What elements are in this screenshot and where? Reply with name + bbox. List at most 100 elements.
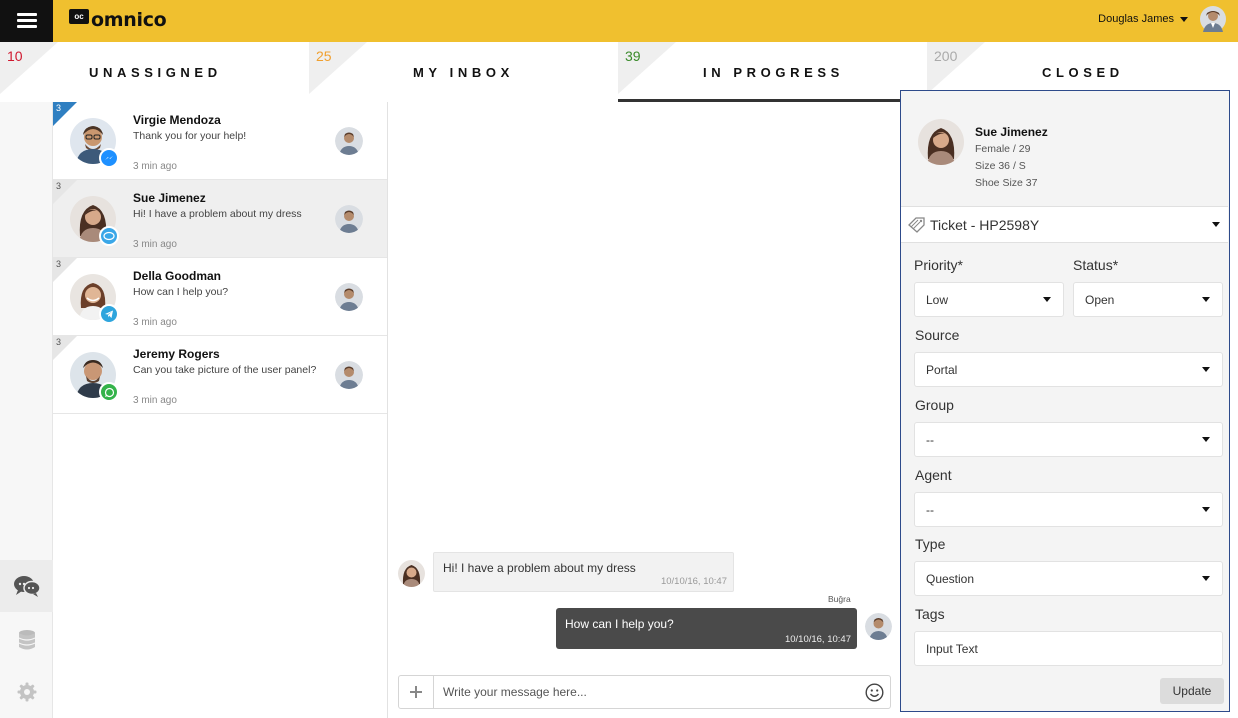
chevron-down-icon [1202,576,1210,581]
whatsapp-icon [99,382,119,402]
tab-count: 25 [316,48,332,64]
tab-count: 39 [625,48,641,64]
ticket-title: Ticket - HP2598Y [930,217,1040,233]
type-select[interactable]: Question [914,561,1223,596]
chevron-down-icon [1202,437,1210,442]
agent-value: -- [926,503,934,517]
top-bar: oc omnico Douglas James [0,0,1238,42]
hamburger-menu-button[interactable] [0,0,53,42]
sender-name: Buğra [828,594,851,604]
timestamp: 3 min ago [133,239,177,250]
message-timestamp: 10/10/16, 10:47 [784,634,851,645]
customer-avatar [918,119,964,165]
user-avatar [1200,6,1226,32]
unread-count-badge: 3 [56,259,62,269]
source-label: Source [915,327,960,343]
status-value: Open [1085,293,1115,307]
message-preview: Hi! I have a problem about my dress [133,208,302,220]
tab-in-progress[interactable]: 39 IN PROGRESS [618,42,927,102]
message-text: How can I help you? [565,617,674,631]
tab-label: IN PROGRESS [703,65,844,80]
status-select[interactable]: Open [1073,282,1223,317]
chat-bubbles-icon [13,576,41,597]
tags-label: Tags [915,606,945,622]
customer-shoe-size: Shoe Size 37 [975,177,1038,189]
priority-select[interactable]: Low [914,282,1064,317]
chevron-down-icon [1202,297,1210,302]
user-menu[interactable]: Douglas James [1098,6,1226,32]
agent-avatar [865,613,892,640]
agent-label: Agent [915,467,952,483]
icon-sidebar [0,102,53,718]
hamburger-icon [16,13,37,29]
tab-label: CLOSED [1042,65,1124,80]
chevron-down-icon [1202,507,1210,512]
tag-icon [908,217,925,233]
priority-label: Priority* [914,257,964,273]
logo-text: omnico [91,9,167,31]
timestamp: 3 min ago [133,161,177,172]
plus-icon [410,686,422,698]
type-value: Question [926,572,975,586]
conversation-item[interactable]: 3 Sue Jimenez Hi! I have a problem about… [53,180,387,258]
agent-avatar [335,361,363,389]
update-button[interactable]: Update [1160,678,1224,704]
customer-gender-age: Female / 29 [975,143,1031,155]
message-timestamp: 10/10/16, 10:47 [660,576,727,587]
contact-name: Virgie Mendoza [133,113,221,127]
group-label: Group [915,397,954,413]
message-input[interactable] [443,683,853,701]
tab-label: UNASSIGNED [89,65,222,80]
agent-avatar [335,205,363,233]
conversation-item[interactable]: 3 Jeremy Rogers Can you take picture of … [53,336,387,414]
agent-avatar [335,127,363,155]
conversation-item[interactable]: 3 Virgie Mendoza Thank you for your help… [53,102,387,180]
tab-unassigned[interactable]: 10 UNASSIGNED [0,42,309,102]
user-name: Douglas James [1098,13,1174,25]
chevron-down-icon [1043,297,1051,302]
unread-count-badge: 3 [56,337,62,347]
customer-name: Sue Jimenez [975,125,1048,139]
message-preview: How can I help you? [133,286,229,298]
conversation-list: 3 Virgie Mendoza Thank you for your help… [53,102,388,718]
customer-avatar [398,560,425,587]
app-logo[interactable]: oc omnico [69,8,167,32]
message-preview: Thank you for your help! [133,130,247,142]
unread-count-badge: 3 [56,103,62,113]
sidebar-item-database[interactable] [0,614,53,666]
timestamp: 3 min ago [133,395,177,406]
message-text: Hi! I have a problem about my dress [443,561,636,575]
agent-select[interactable]: -- [914,492,1223,527]
contact-name: Della Goodman [133,269,222,283]
unread-count-badge: 3 [56,181,62,191]
emoji-icon[interactable] [865,683,884,702]
tab-label: MY INBOX [413,65,514,80]
tab-count: 200 [934,48,958,64]
chevron-down-icon [1212,222,1220,227]
status-label: Status* [1073,257,1119,273]
sidebar-item-chats[interactable] [0,560,53,612]
contact-name: Jeremy Rogers [133,347,220,361]
timestamp: 3 min ago [133,317,177,328]
agent-avatar [335,283,363,311]
message-composer [398,675,891,709]
conversation-item[interactable]: 3 Della Goodman How can I help you? 3 mi… [53,258,387,336]
database-icon [18,630,35,650]
ticket-details-panel: Sue Jimenez Female / 29 Size 36 / S Shoe… [900,90,1230,712]
source-select[interactable]: Portal [914,352,1223,387]
group-select[interactable]: -- [914,422,1223,457]
tags-input[interactable]: Input Text [914,631,1223,666]
attach-button[interactable] [399,676,434,708]
tab-my-inbox[interactable]: 25 MY INBOX [309,42,618,102]
sidebar-item-settings[interactable] [0,666,53,718]
customer-profile: Sue Jimenez Female / 29 Size 36 / S Shoe… [901,91,1228,207]
outgoing-message: How can I help you? 10/10/16, 10:47 [556,608,857,649]
chevron-down-icon [1180,16,1188,22]
ticket-selector[interactable]: Ticket - HP2598Y [901,207,1228,243]
tab-count: 10 [7,48,23,64]
customer-size: Size 36 / S [975,160,1026,172]
messenger-icon [99,148,119,168]
chat-panel: Hi! I have a problem about my dress 10/1… [388,102,900,718]
priority-value: Low [926,293,949,307]
bip-icon [99,226,119,246]
